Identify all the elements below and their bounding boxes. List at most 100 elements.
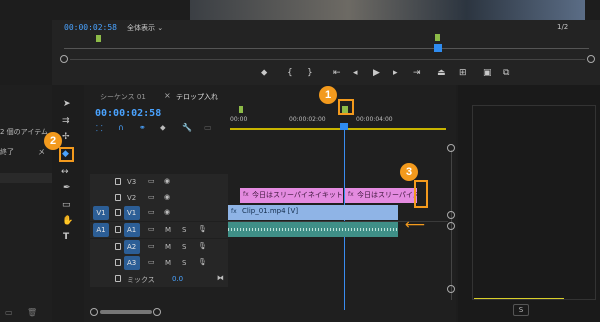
mute-button[interactable]: M xyxy=(165,259,171,267)
go-to-in-icon[interactable]: ⇤ xyxy=(333,68,341,78)
mix-value[interactable]: 0.0 xyxy=(172,275,183,283)
track-mix[interactable]: ミックス 0.0 ⧓ xyxy=(90,271,228,287)
export-frame-icon[interactable]: ▣ xyxy=(483,68,492,78)
extract-icon[interactable]: ⊞ xyxy=(459,68,467,78)
timeline-options: ⸬ ∩ ⚭ ⬥ 🔧 ▭ xyxy=(96,123,226,133)
sync-lock-icon[interactable]: ▭ xyxy=(148,242,155,250)
resolution-dropdown[interactable]: 1/2 xyxy=(557,23,568,31)
step-back-icon[interactable]: ◂ xyxy=(353,68,358,78)
column-header-media[interactable]: メ xyxy=(38,147,45,157)
sync-lock-icon[interactable]: ▭ xyxy=(148,193,155,201)
vscroll-handle-bottom[interactable] xyxy=(447,222,455,230)
vscroll-handle-top2[interactable] xyxy=(447,144,455,152)
project-row[interactable] xyxy=(0,173,52,183)
ripple-edit-icon[interactable]: ✢ xyxy=(62,133,70,142)
tab-close-icon[interactable]: × xyxy=(164,91,171,100)
timeline-in-marker-icon[interactable] xyxy=(239,106,243,113)
track-label-a1: A1 xyxy=(127,226,137,234)
video-clip[interactable]: fx Clip_01.mp4 [V] xyxy=(228,205,398,220)
track-a2[interactable]: A2 ▭ M S 🎙 xyxy=(90,239,228,255)
track-v1[interactable]: V1 V1 ▭ ◉ xyxy=(90,205,228,221)
new-item-icon[interactable]: ▭ xyxy=(5,308,13,317)
track-v3[interactable]: V3 ▭ ◉ xyxy=(90,174,228,190)
type-tool-icon[interactable]: T xyxy=(63,233,69,242)
mic-icon[interactable]: 🎙 xyxy=(198,242,207,250)
solo-s-button[interactable]: S xyxy=(513,304,529,316)
scroll-track[interactable] xyxy=(70,59,585,60)
source-patch-v1[interactable]: V1 xyxy=(93,206,109,220)
marker-icon[interactable] xyxy=(435,34,440,41)
mute-button[interactable]: M xyxy=(165,243,171,251)
hscroll-bar[interactable] xyxy=(100,310,152,314)
hscroll-start-handle[interactable] xyxy=(90,308,98,316)
snap-icon[interactable]: ∩ xyxy=(118,123,124,132)
wrench-icon[interactable]: 🔧 xyxy=(182,123,192,132)
lock-icon[interactable] xyxy=(115,275,121,282)
selection-tool-icon[interactable]: ➤ xyxy=(63,100,71,109)
go-to-out-icon[interactable]: ⇥ xyxy=(413,68,421,78)
sync-lock-icon[interactable]: ▭ xyxy=(148,258,155,266)
lift-icon[interactable]: ⏏ xyxy=(437,68,446,78)
mark-in-icon[interactable]: { xyxy=(287,68,293,78)
sync-lock-icon[interactable]: ▭ xyxy=(148,225,155,233)
captions-icon[interactable]: ▭ xyxy=(204,123,212,132)
lock-icon[interactable] xyxy=(115,194,121,201)
mic-icon[interactable]: 🎙 xyxy=(198,258,207,266)
tab-sequence-01[interactable]: シーケンス 01 xyxy=(100,92,146,102)
vscroll-handle-top[interactable] xyxy=(447,211,455,219)
lock-icon[interactable] xyxy=(115,243,121,250)
lock-icon[interactable] xyxy=(115,226,121,233)
lock-icon[interactable] xyxy=(115,209,121,216)
rectangle-tool-icon[interactable]: ▭ xyxy=(62,201,71,210)
column-header-end[interactable]: 終了 xyxy=(0,147,14,157)
title-clip-1-label: 今日はスリーパイネイキット xyxy=(252,191,343,199)
hscroll-end-handle[interactable] xyxy=(153,308,161,316)
view-mode-dropdown[interactable]: 全体表示 ⌄ xyxy=(127,23,163,33)
in-marker-icon[interactable] xyxy=(96,35,101,42)
pen-tool-icon[interactable]: ✒ xyxy=(63,184,71,193)
eye-icon[interactable]: ◉ xyxy=(164,177,170,185)
linked-selection-icon[interactable]: ⚭ xyxy=(139,123,146,132)
work-area-bar[interactable] xyxy=(230,128,446,130)
scroll-end-handle[interactable] xyxy=(587,55,595,63)
eye-icon[interactable]: ◉ xyxy=(164,193,170,201)
tools-panel: ➤ ⇉ ✢ ◆ ↔ ✒ ▭ ✋ T xyxy=(52,85,82,322)
insert-nest-icon[interactable]: ⸬ xyxy=(96,123,103,134)
lock-icon[interactable] xyxy=(115,178,121,185)
mix-end-icon[interactable]: ⧓ xyxy=(217,274,224,282)
button-editor-icon[interactable]: ⧉ xyxy=(503,68,509,78)
track-select-icon[interactable]: ⇉ xyxy=(62,117,70,126)
playhead-marker-icon[interactable] xyxy=(434,44,442,52)
source-patch-a1[interactable]: A1 xyxy=(93,223,109,237)
mix-label: ミックス xyxy=(127,276,155,284)
vscroll-handle-bottom2[interactable] xyxy=(447,285,455,293)
track-v2[interactable]: V2 ▭ ◉ xyxy=(90,190,228,206)
sync-lock-icon[interactable]: ▭ xyxy=(148,208,155,216)
eye-icon[interactable]: ◉ xyxy=(164,208,170,216)
title-clip-1[interactable]: fx 今日はスリーパイネイキット xyxy=(240,188,343,203)
track-a1[interactable]: A1 A1 ▭ M S 🎙 xyxy=(90,222,228,238)
mute-button[interactable]: M xyxy=(165,226,171,234)
solo-button[interactable]: S xyxy=(182,226,186,234)
timeline-timecode[interactable]: 00:00:02:58 xyxy=(95,108,161,119)
title-clip-2[interactable]: fx 今日はスリーパイス xyxy=(345,188,417,203)
step-forward-icon[interactable]: ▸ xyxy=(393,68,398,78)
scroll-start-handle[interactable] xyxy=(60,55,68,63)
program-timecode[interactable]: 00:00:02:58 xyxy=(64,23,117,32)
playhead-icon[interactable] xyxy=(340,123,348,130)
tab-telop[interactable]: テロップ入れ xyxy=(176,92,218,102)
solo-button[interactable]: S xyxy=(182,243,186,251)
audio-clip[interactable] xyxy=(228,222,398,237)
mic-icon[interactable]: 🎙 xyxy=(198,225,207,233)
sync-lock-icon[interactable]: ▭ xyxy=(148,177,155,185)
add-marker-icon[interactable]: ⬥ xyxy=(261,68,267,78)
hand-tool-icon[interactable]: ✋ xyxy=(62,217,73,226)
solo-button[interactable]: S xyxy=(182,259,186,267)
track-a3[interactable]: A3 ▭ M S 🎙 xyxy=(90,255,228,271)
play-icon[interactable]: ▶ xyxy=(373,68,380,78)
add-marker-timeline-icon[interactable]: ⬥ xyxy=(160,123,166,133)
slip-tool-icon[interactable]: ↔ xyxy=(61,168,69,177)
mark-out-icon[interactable]: } xyxy=(307,68,313,78)
trash-icon[interactable]: 🗑 xyxy=(27,308,37,317)
lock-icon[interactable] xyxy=(115,259,121,266)
